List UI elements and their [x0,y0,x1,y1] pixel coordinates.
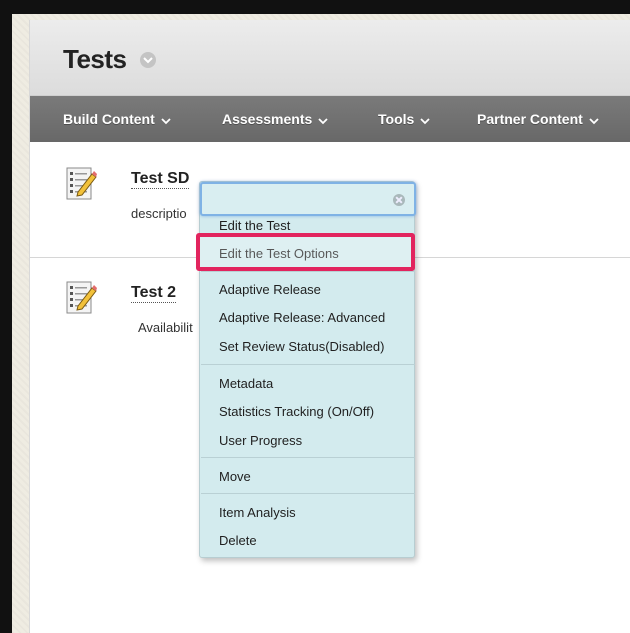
item-description: descriptio [131,206,187,221]
test-item-icon [64,280,98,316]
menu-item-move[interactable]: Move [219,469,251,484]
menu-item-metadata[interactable]: Metadata [219,376,273,391]
item-title-test-sd[interactable]: Test SD [131,170,190,189]
nav-build-content-label: Build Content [63,111,155,127]
chevron-down-icon [420,97,430,143]
menu-separator [201,271,415,272]
nav-partner-content-label: Partner Content [477,111,583,127]
page-title: Tests [63,44,127,74]
nav-tools-label: Tools [378,111,415,127]
menu-item-delete[interactable]: Delete [219,533,257,548]
menu-item-adaptive-release[interactable]: Adaptive Release [219,282,321,297]
screen-frame-top [0,0,630,14]
menu-item-user-progress[interactable]: User Progress [219,433,302,448]
nav-assessments[interactable]: Assessments [222,96,328,142]
nav-tools[interactable]: Tools [378,96,430,142]
item-title-test-2[interactable]: Test 2 [131,284,177,303]
context-menu-search-input[interactable] [200,182,416,216]
highlight-annotation-box [196,233,415,271]
title-options-chevron-icon[interactable] [140,52,156,68]
test-item-icon [64,166,98,202]
menu-item-set-review-status[interactable]: Set Review Status(Disabled) [219,339,384,354]
menu-item-adaptive-release-advanced[interactable]: Adaptive Release: Advanced [219,310,385,325]
clear-search-icon[interactable] [393,194,405,206]
chevron-down-icon [161,97,171,143]
nav-assessments-label: Assessments [222,111,313,127]
nav-partner-content[interactable]: Partner Content [477,96,599,142]
chevron-down-icon [589,97,599,143]
nav-build-content[interactable]: Build Content [63,96,171,142]
menu-item-edit-test[interactable]: Edit the Test [219,218,290,233]
menu-separator [201,493,415,494]
course-nav-bar: Build Content Assessments Tools Partner … [30,96,630,142]
menu-separator [201,364,415,365]
screen-frame-left [0,0,12,633]
menu-item-item-analysis[interactable]: Item Analysis [219,505,296,520]
menu-separator [201,457,415,458]
page-header: Tests [30,20,630,96]
menu-item-statistics-tracking[interactable]: Statistics Tracking (On/Off) [219,404,374,419]
chevron-down-icon [318,97,328,143]
item-description: Availabilit [138,320,193,335]
